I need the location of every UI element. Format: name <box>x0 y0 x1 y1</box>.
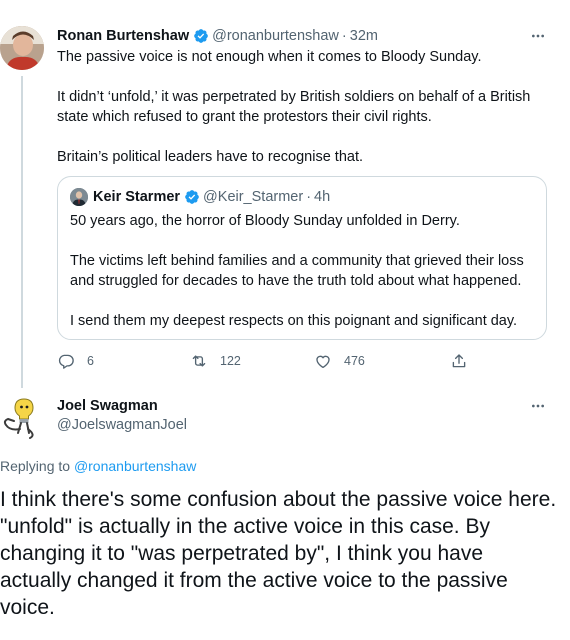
verified-badge-icon <box>185 190 199 204</box>
author-name[interactable]: Joel Swagman <box>57 398 158 414</box>
tweet-main: Ronan Burtenshaw @ronanburtenshaw · 32m … <box>0 0 570 388</box>
author-handle[interactable]: @ronanburtenshaw <box>212 28 339 44</box>
tweet-paragraph: The passive voice is not enough when it … <box>57 49 482 65</box>
replying-to-link[interactable]: @ronanburtenshaw <box>74 458 196 474</box>
thread-line <box>21 76 23 388</box>
tweet-paragraph: Britain’s political leaders have to reco… <box>57 149 364 165</box>
quoted-paragraph: The victims left behind families and a c… <box>70 253 524 289</box>
verified-badge-icon <box>194 29 208 43</box>
retweet-count: 122 <box>220 354 241 368</box>
separator: · <box>341 28 347 44</box>
more-icon[interactable] <box>528 26 548 46</box>
share-icon <box>452 354 466 368</box>
like-count: 476 <box>344 354 365 368</box>
quoted-header: Keir Starmer @Keir_Starmer · 4h <box>93 187 330 207</box>
separator: · <box>306 189 312 205</box>
quoted-paragraph: 50 years ago, the horror of Bloody Sunda… <box>70 213 460 229</box>
reply-icon <box>58 354 74 369</box>
reply-button[interactable]: 6 <box>57 351 94 371</box>
tweet-paragraph: It didn’t ‘unfold,’ it was perpetrated b… <box>57 89 531 125</box>
reply-text: I think there's some confusion about the… <box>0 488 557 619</box>
avatar[interactable] <box>0 26 44 70</box>
like-button[interactable]: 476 <box>314 351 365 371</box>
tweet-reply: Joel Swagman @JoelswagmanJoel Replying t… <box>0 390 570 640</box>
author-handle[interactable]: @JoelswagmanJoel <box>57 417 187 433</box>
quoted-tweet[interactable]: Keir Starmer @Keir_Starmer · 4h 50 years… <box>57 176 547 340</box>
quoted-handle: @Keir_Starmer <box>203 189 304 205</box>
tweet-header: Ronan Burtenshaw @ronanburtenshaw · 32m <box>57 26 378 46</box>
quoted-timestamp: 4h <box>314 189 331 205</box>
retweet-button[interactable]: 122 <box>190 351 241 371</box>
author-name[interactable]: Ronan Burtenshaw <box>57 28 189 44</box>
quoted-author-name: Keir Starmer <box>93 189 181 205</box>
replying-prefix: Replying to <box>0 458 71 474</box>
reply-count: 6 <box>87 354 94 368</box>
quoted-paragraph: I send them my deepest respects on this … <box>70 313 518 329</box>
more-icon[interactable] <box>528 396 548 416</box>
like-icon <box>316 355 330 369</box>
retweet-icon <box>192 355 206 367</box>
quoted-avatar <box>70 188 88 206</box>
tweet-actions: 6 122 476 <box>57 351 477 371</box>
share-button[interactable] <box>450 351 468 371</box>
replying-to: Replying to @ronanburtenshaw <box>0 458 196 474</box>
quoted-text: 50 years ago, the horror of Bloody Sunda… <box>70 211 538 331</box>
tweet-text: The passive voice is not enough when it … <box>57 47 557 167</box>
avatar[interactable] <box>0 395 44 439</box>
timestamp[interactable]: 32m <box>350 28 378 44</box>
